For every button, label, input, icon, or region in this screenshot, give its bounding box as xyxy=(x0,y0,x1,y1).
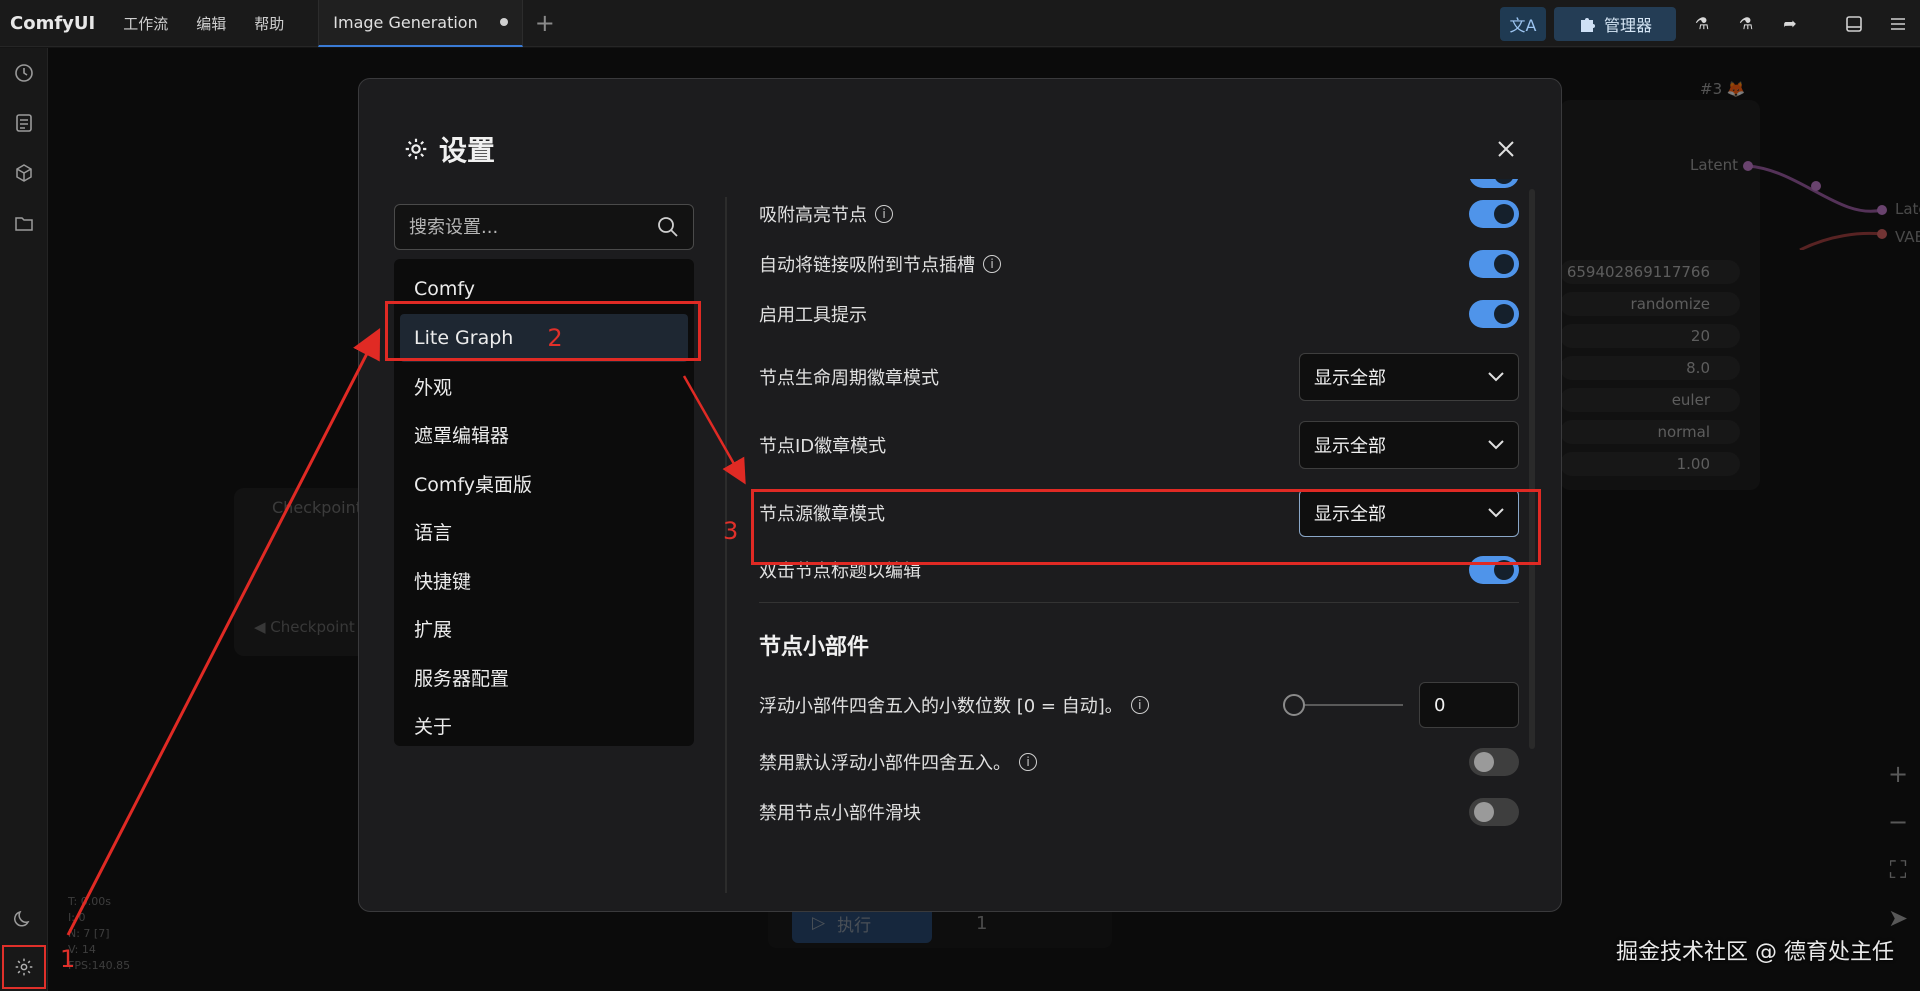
arrow-to-badge-setting xyxy=(682,375,746,485)
watermark: 掘金技术社区 @ 德育处主任 xyxy=(1616,940,1894,965)
arrow-to-lite-graph xyxy=(66,327,381,936)
annotation-arrows xyxy=(66,327,746,936)
